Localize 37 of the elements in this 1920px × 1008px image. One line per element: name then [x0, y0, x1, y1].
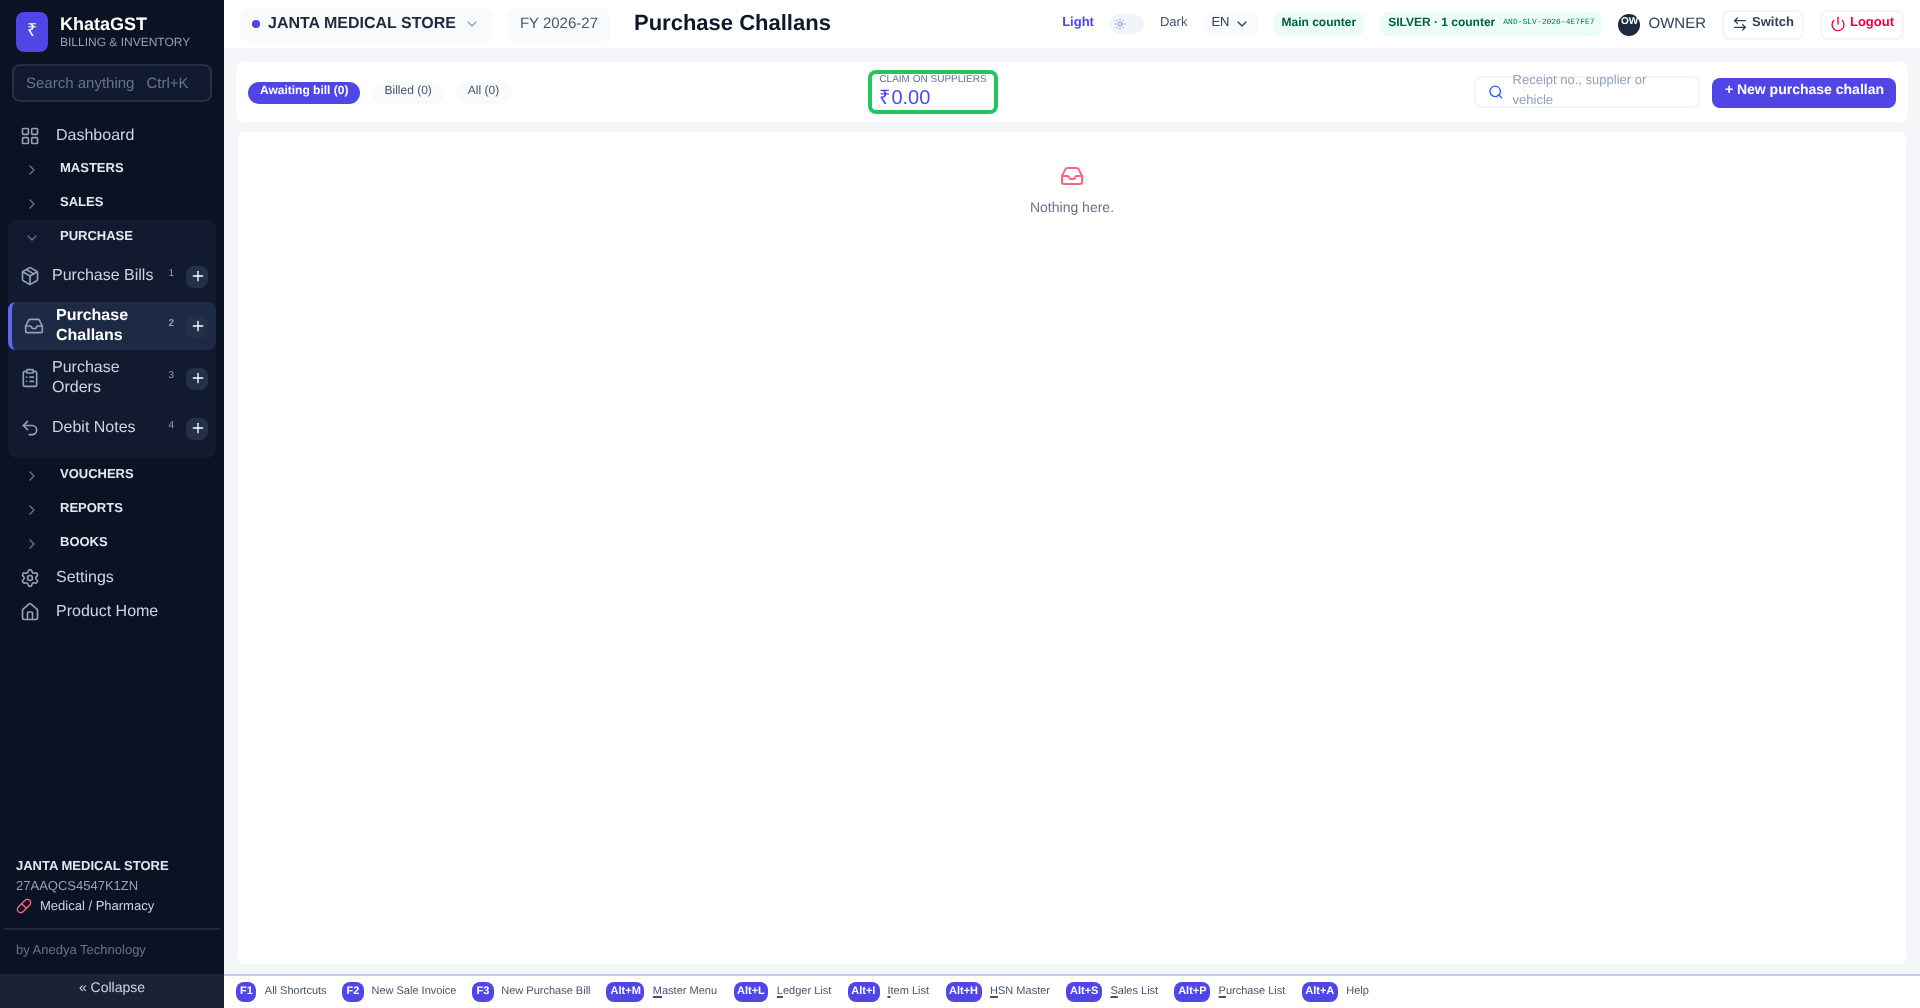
tray-icon — [24, 316, 44, 336]
swap-icon — [1732, 16, 1749, 32]
box-icon — [20, 266, 40, 286]
brand-name: KhataGST — [60, 13, 150, 35]
page-title: Purchase Challans — [634, 9, 831, 40]
chevron-icon — [24, 161, 40, 177]
power-icon — [1829, 16, 1846, 32]
settings-icon — [20, 567, 40, 587]
plus-icon — [189, 370, 205, 386]
chevron-icon — [24, 195, 40, 211]
sun-icon — [1113, 18, 1126, 30]
pill-icon — [16, 898, 32, 915]
clipboard-icon — [20, 368, 40, 388]
add-button[interactable] — [186, 315, 208, 337]
plus-icon — [189, 268, 205, 284]
grid-icon — [20, 125, 40, 145]
add-button[interactable] — [186, 417, 208, 439]
sidebar-item[interactable]: Product Home — [8, 594, 216, 628]
store-selector[interactable]: JANTA MEDICAL STORE — [240, 7, 492, 41]
add-button[interactable] — [186, 367, 208, 389]
chevron-icon — [24, 467, 40, 483]
search-icon — [1488, 84, 1505, 100]
chevron-icon — [24, 535, 40, 551]
tray-icon — [1060, 164, 1084, 188]
theme-toggle[interactable] — [1109, 14, 1144, 34]
sidebar-item[interactable]: Dashboard — [8, 118, 216, 152]
claim-value: ₹0.00 — [879, 88, 933, 111]
chevron-icon — [24, 501, 40, 517]
chevron-icon — [463, 16, 480, 32]
sidebar-item[interactable]: Settings — [8, 560, 216, 594]
plus-icon — [189, 420, 205, 436]
home-icon — [20, 601, 40, 621]
add-button[interactable] — [186, 265, 208, 287]
brand-logo: ₹ — [16, 12, 48, 52]
plus-icon — [189, 318, 205, 334]
chevron-icon — [1233, 16, 1250, 32]
undo-icon — [20, 418, 40, 438]
